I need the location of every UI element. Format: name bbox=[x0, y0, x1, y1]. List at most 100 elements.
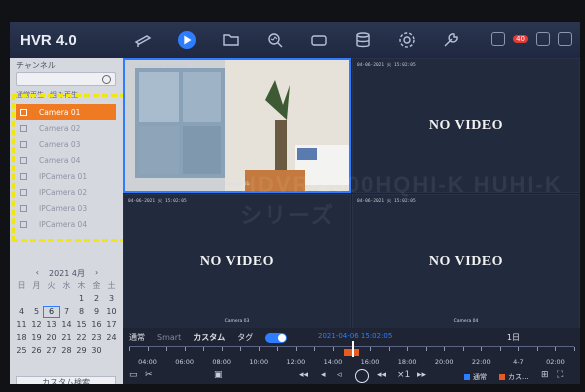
pause-button[interactable] bbox=[355, 369, 369, 383]
timeline-tick bbox=[184, 347, 186, 351]
calendar-grid: 日月火水木金土 1 2 3 4 5 6 7 8 9 10 11 12 13 14 15 16 17 18 19 20 21… bbox=[14, 281, 120, 356]
calendar-day[interactable]: 14 bbox=[59, 320, 74, 330]
calendar-day[interactable]: 7 bbox=[59, 307, 74, 317]
calendar-day[interactable]: 27 bbox=[44, 346, 59, 356]
timeline-tick bbox=[499, 347, 501, 351]
cut-icon[interactable]: ✂ bbox=[145, 370, 153, 380]
status-area: 40 bbox=[491, 32, 572, 46]
playback-icon[interactable] bbox=[174, 27, 200, 53]
calendar-day[interactable]: 25 bbox=[14, 346, 29, 356]
calendar-day[interactable]: 15 bbox=[74, 320, 89, 330]
calendar: ‹ 2021 4月 › 日月火水木金土 1 2 3 4 5 6 7 8 9 10 11 12 13 14 15… bbox=[14, 268, 120, 356]
timeline-zoom-label[interactable]: 1日 bbox=[507, 332, 520, 343]
calendar-day[interactable]: 8 bbox=[74, 307, 89, 317]
layout-icon[interactable]: ⊞ bbox=[541, 370, 549, 380]
live-view-icon[interactable] bbox=[130, 27, 156, 53]
timeline-tick bbox=[555, 347, 557, 351]
timeline-cursor[interactable] bbox=[352, 341, 355, 357]
legend-normal-label: 通常 bbox=[473, 373, 487, 381]
annotation-highlight bbox=[12, 94, 126, 242]
timeline-tick bbox=[332, 347, 334, 351]
calendar-day[interactable]: 21 bbox=[59, 333, 74, 343]
weekday-label: 木 bbox=[77, 281, 86, 290]
calendar-day[interactable]: 20 bbox=[44, 333, 59, 343]
legend-normal: 通常 bbox=[464, 372, 487, 382]
weekday-label: 火 bbox=[47, 281, 56, 290]
calendar-day[interactable]: 3 bbox=[104, 294, 119, 304]
channel-header: チャンネル bbox=[16, 61, 56, 70]
storage-icon[interactable] bbox=[350, 27, 376, 53]
calendar-day[interactable]: 10 bbox=[104, 307, 119, 317]
rewind-icon[interactable]: ◂◂ bbox=[299, 370, 308, 380]
calendar-day[interactable]: 30 bbox=[89, 346, 104, 356]
timeline-label: 4-7 bbox=[513, 358, 524, 366]
mode-normal[interactable]: 通常 bbox=[129, 332, 145, 343]
timeline-label: 16:00 bbox=[360, 358, 380, 366]
calendar-day[interactable]: 26 bbox=[29, 346, 44, 356]
calendar-day[interactable]: 28 bbox=[59, 346, 74, 356]
timeline-tick bbox=[203, 347, 205, 351]
legend-event-swatch bbox=[499, 374, 505, 380]
timeline-tick bbox=[295, 347, 297, 351]
user-icon[interactable] bbox=[536, 32, 550, 46]
camera-icon[interactable] bbox=[306, 27, 332, 53]
calendar-day bbox=[44, 294, 59, 304]
timeline-tick bbox=[462, 347, 464, 351]
tile-timestamp: 04-06-2021 火 15:02:05 bbox=[129, 64, 188, 69]
mode-custom[interactable]: カスタム bbox=[193, 332, 225, 343]
calendar-day[interactable]: 23 bbox=[89, 333, 104, 343]
search-icon[interactable] bbox=[262, 27, 288, 53]
calendar-day[interactable]: 13 bbox=[44, 320, 59, 330]
calendar-day[interactable]: 19 bbox=[29, 333, 44, 343]
custom-search-button[interactable]: カスタム検索 bbox=[16, 376, 116, 384]
calendar-day[interactable]: 6 bbox=[43, 306, 60, 318]
calendar-day[interactable]: 5 bbox=[29, 307, 44, 317]
calendar-day[interactable]: 29 bbox=[74, 346, 89, 356]
timeline-label: 14:00 bbox=[323, 358, 343, 366]
timeline-tick bbox=[518, 347, 520, 351]
calendar-day[interactable]: 17 bbox=[104, 320, 119, 330]
alarm-badge[interactable]: 40 bbox=[513, 35, 528, 43]
slow-icon[interactable]: ◂◂ bbox=[377, 370, 386, 380]
prev-month-button[interactable]: ‹ bbox=[36, 268, 39, 279]
calendar-day[interactable]: 11 bbox=[14, 320, 29, 330]
timeline-tick bbox=[536, 347, 538, 351]
next-month-button[interactable]: › bbox=[95, 268, 98, 279]
channel-search-input[interactable] bbox=[16, 72, 116, 86]
calendar-day[interactable]: 18 bbox=[14, 333, 29, 343]
reverse-play-icon[interactable]: ◂ bbox=[321, 370, 326, 380]
timeline-tick bbox=[388, 347, 390, 351]
playback-bar: 通常 Smart カスタム タグ 2021-04-06 15:02:05 1日 … bbox=[123, 328, 580, 384]
settings-icon[interactable] bbox=[394, 27, 420, 53]
search-icon[interactable] bbox=[102, 75, 111, 84]
calendar-header: ‹ 2021 4月 › bbox=[14, 268, 120, 279]
timeline[interactable] bbox=[129, 341, 575, 357]
calendar-day[interactable]: 24 bbox=[104, 333, 119, 343]
snapshot-icon[interactable]: ▣ bbox=[214, 370, 223, 380]
calendar-day[interactable]: 22 bbox=[74, 333, 89, 343]
calendar-day[interactable]: 4 bbox=[14, 307, 29, 317]
fullscreen-icon[interactable]: ⛶ bbox=[557, 370, 563, 380]
speed-icon[interactable]: ×1 bbox=[397, 370, 410, 380]
download-icon[interactable] bbox=[491, 32, 506, 46]
tag-toggle[interactable] bbox=[265, 332, 288, 343]
timeline-label: 06:00 bbox=[175, 358, 194, 366]
calendar-day[interactable]: 9 bbox=[89, 307, 104, 317]
weekday-label: 月 bbox=[32, 281, 41, 290]
mode-smart[interactable]: Smart bbox=[157, 333, 181, 342]
calendar-day[interactable]: 1 bbox=[74, 294, 89, 304]
menu-icon[interactable] bbox=[558, 32, 572, 46]
timeline-tick bbox=[425, 347, 427, 351]
fast-forward-icon[interactable]: ▸▸ bbox=[417, 370, 426, 380]
maintenance-icon[interactable] bbox=[438, 27, 464, 53]
folder-icon[interactable]: ▭ bbox=[129, 370, 138, 380]
step-back-icon[interactable]: ◃ bbox=[337, 370, 342, 380]
timeline-tick bbox=[147, 347, 149, 351]
calendar-day[interactable]: 12 bbox=[29, 320, 44, 330]
timeline-label: 18:00 bbox=[397, 358, 417, 366]
calendar-day[interactable]: 16 bbox=[89, 320, 104, 330]
timeline-tick bbox=[221, 347, 223, 351]
calendar-day[interactable]: 2 bbox=[89, 294, 104, 304]
file-manager-icon[interactable] bbox=[218, 27, 244, 53]
mode-tag[interactable]: タグ bbox=[237, 332, 253, 343]
